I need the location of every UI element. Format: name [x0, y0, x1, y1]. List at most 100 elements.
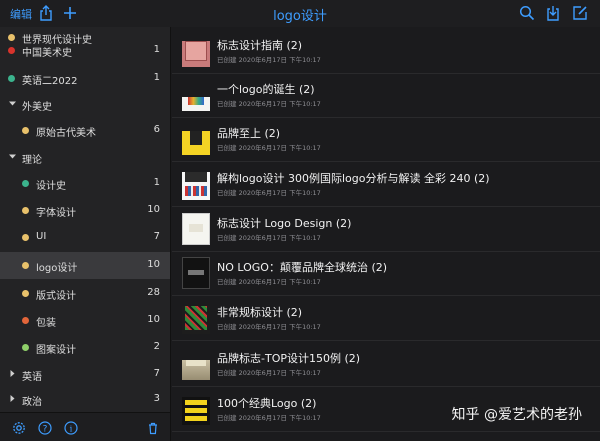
- tag-color-dot: [22, 344, 29, 351]
- tag-color-dot: [22, 262, 29, 269]
- list-item[interactable]: NO LOGO：颠覆品牌全球统治 (2) 已创建 2020年6月17日 下午10:…: [172, 252, 600, 296]
- list-item-title: 品牌至上 (2): [217, 127, 281, 140]
- sidebar-item[interactable]: 中国美术史 1: [0, 37, 170, 64]
- cover-thumbnail: [182, 35, 210, 67]
- sidebar-item-count: 1: [153, 44, 160, 55]
- sidebar-item[interactable]: 英语二2022 1: [0, 65, 170, 92]
- tag-color-dot: [22, 207, 29, 214]
- tag-color-dot: [8, 75, 15, 82]
- import-icon[interactable]: [544, 4, 562, 22]
- sidebar-item-label: 包装: [36, 318, 56, 329]
- cover-thumbnail: [182, 123, 210, 155]
- sidebar-item-count: 7: [153, 368, 160, 379]
- tag-color-dot: [22, 317, 29, 324]
- edit-button[interactable]: 编辑: [10, 6, 32, 22]
- sidebar-item-count: 1: [153, 72, 160, 83]
- sidebar-item-label: 英语二2022: [22, 76, 78, 87]
- list-item-meta: 已创建 2020年6月17日 下午10:17: [217, 56, 321, 64]
- sidebar-item-label: 英语: [22, 372, 42, 383]
- list-item-title: 标志设计指南 (2): [217, 39, 303, 52]
- sidebar-item-count: 2: [153, 341, 160, 352]
- list-item-title: NO LOGO：颠覆品牌全球统治 (2): [217, 261, 388, 274]
- list-item[interactable]: 标志设计 Logo Design (2) 已创建 2020年6月17日 下午10:…: [172, 208, 600, 252]
- chevron-right-icon[interactable]: [8, 394, 17, 403]
- list-item-meta: 已创建 2020年6月17日 下午10:17: [217, 323, 321, 331]
- sidebar-item-count: 10: [147, 204, 160, 215]
- list-item[interactable]: 非常规标设计 (2) 已创建 2020年6月17日 下午10:17: [172, 297, 600, 341]
- sidebar: 世界现代设计史 中国美术史 1 英语二2022 1 外美史 原始古代美术 6 理论 设计史 1 字体设…: [0, 27, 171, 412]
- list-item-meta: 已创建 2020年6月17日 下午10:17: [217, 234, 321, 242]
- list-item-title: 100个经典Logo (2): [217, 397, 317, 410]
- trash-icon[interactable]: [146, 420, 160, 435]
- sidebar-item[interactable]: 英语 7: [0, 361, 170, 388]
- share-icon[interactable]: [37, 4, 55, 22]
- cover-thumbnail: [182, 393, 210, 425]
- chevron-down-icon[interactable]: [8, 152, 17, 161]
- top-toolbar: 编辑 logo设计: [0, 0, 600, 27]
- search-icon[interactable]: [518, 4, 536, 22]
- sidebar-item-count: 1: [153, 177, 160, 188]
- cover-thumbnail: [182, 79, 210, 111]
- sidebar-item-label: 理论: [22, 155, 42, 166]
- list-item-title: 非常规标设计 (2): [217, 306, 303, 319]
- help-icon[interactable]: ?: [38, 420, 52, 435]
- tag-color-dot: [22, 127, 29, 134]
- sidebar-item-count: 7: [153, 231, 160, 242]
- list-item[interactable]: 一个logo的诞生 (2) 已创建 2020年6月17日 下午10:17: [172, 74, 600, 118]
- sidebar-item[interactable]: 设计史 1: [0, 170, 170, 197]
- sidebar-item-count: 10: [147, 259, 160, 270]
- sidebar-item[interactable]: 外美史: [0, 91, 170, 118]
- list-item[interactable]: 解构logo设计 300例国际logo分析与解读 全彩 240 (2) 已创建 2…: [172, 163, 600, 207]
- list-item-meta: 已创建 2020年6月17日 下午10:17: [217, 414, 321, 422]
- list-item-meta: 已创建 2020年6月17日 下午10:17: [217, 278, 321, 286]
- sidebar-item[interactable]: 原始古代美术 6: [0, 117, 170, 144]
- chevron-down-icon[interactable]: [8, 99, 17, 108]
- sidebar-item[interactable]: UI 7: [0, 224, 170, 251]
- list-item-title: 解构logo设计 300例国际logo分析与解读 全彩 240 (2): [217, 172, 490, 185]
- info-icon[interactable]: i: [64, 420, 78, 435]
- sidebar-item-label: 图案设计: [36, 345, 76, 356]
- sidebar-item[interactable]: 包装 10: [0, 307, 170, 334]
- sidebar-item-count: 10: [147, 314, 160, 325]
- list-item-title: 一个logo的诞生 (2): [217, 83, 315, 96]
- tag-color-dot: [22, 180, 29, 187]
- sidebar-item-label: UI: [36, 231, 47, 242]
- list-item[interactable]: 标志设计指南 (2) 已创建 2020年6月17日 下午10:17: [172, 30, 600, 74]
- svg-text:i: i: [70, 424, 73, 434]
- compose-icon[interactable]: [571, 4, 589, 22]
- page-title: logo设计: [273, 9, 327, 24]
- sidebar-item[interactable]: 版式设计 28: [0, 280, 170, 307]
- sidebar-item-count: 3: [153, 393, 160, 404]
- sidebar-item[interactable]: 理论: [0, 144, 170, 171]
- list-item[interactable]: 品牌至上 (2) 已创建 2020年6月17日 下午10:17: [172, 118, 600, 162]
- tag-color-dot: [22, 290, 29, 297]
- list-item[interactable]: 品牌标志-TOP设计150例 (2) 已创建 2020年6月17日 下午10:17: [172, 343, 600, 387]
- sidebar-item-label: 设计史: [36, 181, 66, 192]
- sidebar-item[interactable]: 字体设计 10: [0, 197, 170, 224]
- settings-icon[interactable]: [12, 420, 26, 434]
- cover-thumbnail: [182, 302, 210, 334]
- add-icon[interactable]: [61, 4, 79, 22]
- sidebar-item-label: logo设计: [36, 263, 78, 274]
- cover-thumbnail: [182, 257, 210, 289]
- sidebar-bottom-toolbar: ? i: [0, 412, 171, 441]
- list-item-meta: 已创建 2020年6月17日 下午10:17: [217, 369, 321, 377]
- sidebar-item[interactable]: 图案设计 2: [0, 334, 170, 361]
- list-item-title: 品牌标志-TOP设计150例 (2): [217, 352, 361, 365]
- sidebar-item-count: 28: [147, 287, 160, 298]
- sidebar-item-label: 版式设计: [36, 291, 76, 302]
- list-item-meta: 已创建 2020年6月17日 下午10:17: [217, 144, 321, 152]
- sidebar-item-label: 字体设计: [36, 208, 76, 219]
- tag-color-dot: [22, 234, 29, 241]
- note-list: 标志设计指南 (2) 已创建 2020年6月17日 下午10:17 一个logo的诞…: [172, 27, 600, 441]
- sidebar-item[interactable]: logo设计 10: [0, 252, 170, 279]
- sidebar-item[interactable]: 政治 3: [0, 386, 170, 412]
- cover-thumbnail: [182, 213, 210, 245]
- watermark: 知乎 @爱艺术的老孙: [451, 407, 582, 423]
- sidebar-item-label: 原始古代美术: [36, 128, 96, 139]
- sidebar-item-count: 6: [153, 124, 160, 135]
- cover-thumbnail: [182, 168, 210, 200]
- sidebar-item-label: 中国美术史: [22, 48, 72, 59]
- chevron-right-icon[interactable]: [8, 369, 17, 378]
- sidebar-item-label: 外美史: [22, 102, 52, 113]
